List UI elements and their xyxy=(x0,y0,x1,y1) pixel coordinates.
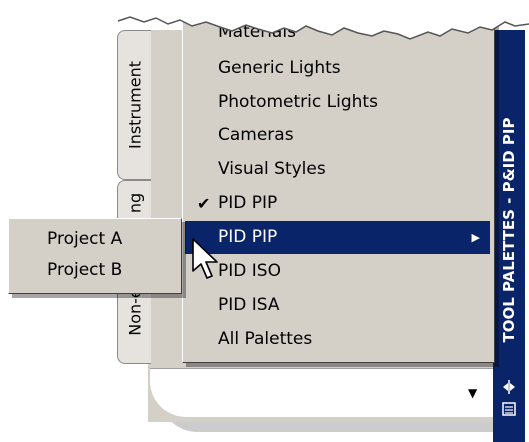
palette-context-menu: Materials Generic Lights Photometric Lig… xyxy=(182,0,495,363)
menu-item-all-palettes[interactable]: All Palettes xyxy=(185,323,490,356)
auto-hide-icon[interactable] xyxy=(500,378,518,396)
palette-title: TOOL PALETTES - P&ID PIP xyxy=(500,117,518,343)
menu-item-label: Photometric Lights xyxy=(218,92,378,112)
menu-item-label: Visual Styles xyxy=(218,159,326,179)
menu-item-label: Cameras xyxy=(218,125,294,145)
checkmark-icon: ✔ xyxy=(197,194,211,213)
properties-icon[interactable] xyxy=(500,400,518,418)
tab-instrument-label: Instrument xyxy=(125,60,144,150)
menu-item-pid-pip-checked[interactable]: ✔ PID PIP xyxy=(185,187,490,220)
submenu-item-project-a[interactable]: Project A xyxy=(47,229,122,249)
palette-content-area xyxy=(150,368,493,417)
menu-item-pid-isa[interactable]: PID ISA xyxy=(185,289,490,322)
menu-item-pid-iso[interactable]: PID ISO xyxy=(185,255,490,288)
menu-item-label: PID ISA xyxy=(218,295,280,315)
menu-item-label: Generic Lights xyxy=(218,58,341,78)
tab-instrument[interactable]: Instrument xyxy=(117,30,151,180)
menu-item-label: All Palettes xyxy=(218,329,313,349)
scroll-down-icon[interactable]: ▼ xyxy=(468,386,477,400)
menu-item-label: PID PIP xyxy=(218,193,278,213)
menu-item-photometric-lights[interactable]: Photometric Lights xyxy=(185,86,490,119)
submenu-item-project-b[interactable]: Project B xyxy=(47,260,122,280)
menu-item-visual-styles[interactable]: Visual Styles xyxy=(185,153,490,186)
menu-item-label: PID ISO xyxy=(218,261,281,281)
tab-non-engineering-label: Non-e xyxy=(125,288,144,336)
menu-item-cameras[interactable]: Cameras xyxy=(185,119,490,152)
submenu-arrow-icon: ▶ xyxy=(471,231,480,244)
project-submenu: Project A Project B xyxy=(8,218,182,294)
menu-item-label: PID PIP xyxy=(218,227,278,247)
torn-paper-edge xyxy=(0,0,529,40)
menu-item-generic-lights[interactable]: Generic Lights xyxy=(185,52,490,85)
menu-item-pid-pip-submenu[interactable]: PID PIP ▶ xyxy=(185,221,490,254)
mouse-cursor-icon xyxy=(192,238,218,279)
tab-non-engineering-label-tail: ng xyxy=(125,192,144,213)
